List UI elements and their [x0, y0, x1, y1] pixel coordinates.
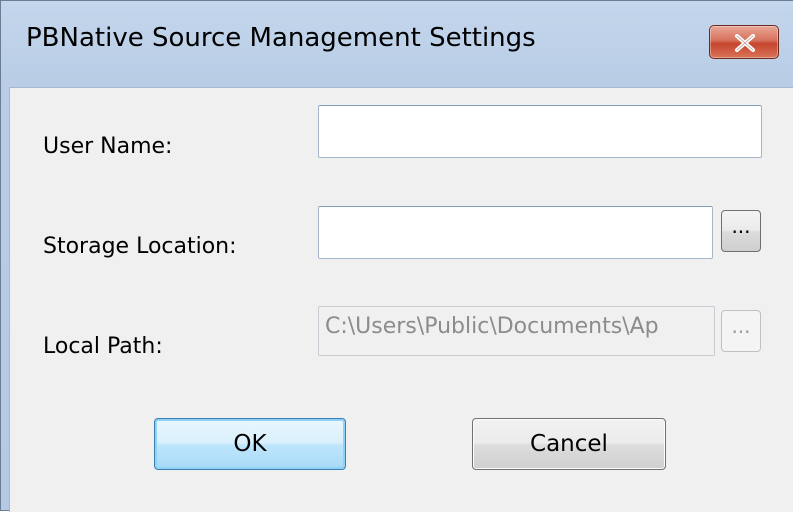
ok-button[interactable]: OK: [154, 418, 346, 470]
local-path-browse-button: ...: [721, 310, 761, 352]
close-x-icon: [735, 34, 755, 52]
dialog-body: User Name: Storage Location: ... Local P…: [9, 87, 793, 512]
settings-dialog: PBNative Source Management Settings User…: [0, 0, 793, 512]
dialog-title: PBNative Source Management Settings: [26, 23, 536, 53]
title-bar[interactable]: PBNative Source Management Settings: [1, 1, 793, 87]
user-name-label: User Name:: [43, 134, 173, 159]
cancel-button[interactable]: Cancel: [472, 418, 666, 470]
storage-location-browse-button[interactable]: ...: [721, 210, 761, 252]
close-button[interactable]: [709, 25, 779, 59]
storage-location-input[interactable]: [318, 206, 713, 259]
local-path-input: C:\Users\Public\Documents\Ap: [318, 306, 715, 356]
local-path-label: Local Path:: [43, 334, 163, 359]
storage-location-label: Storage Location:: [43, 234, 237, 259]
user-name-input[interactable]: [318, 105, 762, 158]
